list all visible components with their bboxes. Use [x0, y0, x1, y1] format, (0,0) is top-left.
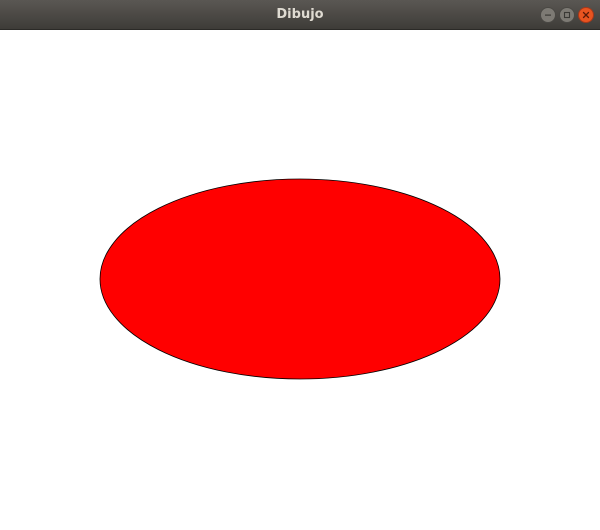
- minimize-button[interactable]: [540, 7, 556, 23]
- drawing-canvas: [0, 30, 600, 530]
- drawing-surface: [99, 178, 501, 380]
- close-button[interactable]: [578, 7, 594, 23]
- window-title: Dibujo: [276, 7, 324, 22]
- app-window: Dibujo: [0, 0, 600, 530]
- title-bar[interactable]: Dibujo: [0, 0, 600, 30]
- window-controls: [540, 7, 594, 23]
- maximize-button[interactable]: [559, 7, 575, 23]
- maximize-icon: [563, 11, 571, 19]
- close-icon: [582, 11, 590, 19]
- red-ellipse: [99, 178, 501, 380]
- minimize-icon: [545, 14, 551, 16]
